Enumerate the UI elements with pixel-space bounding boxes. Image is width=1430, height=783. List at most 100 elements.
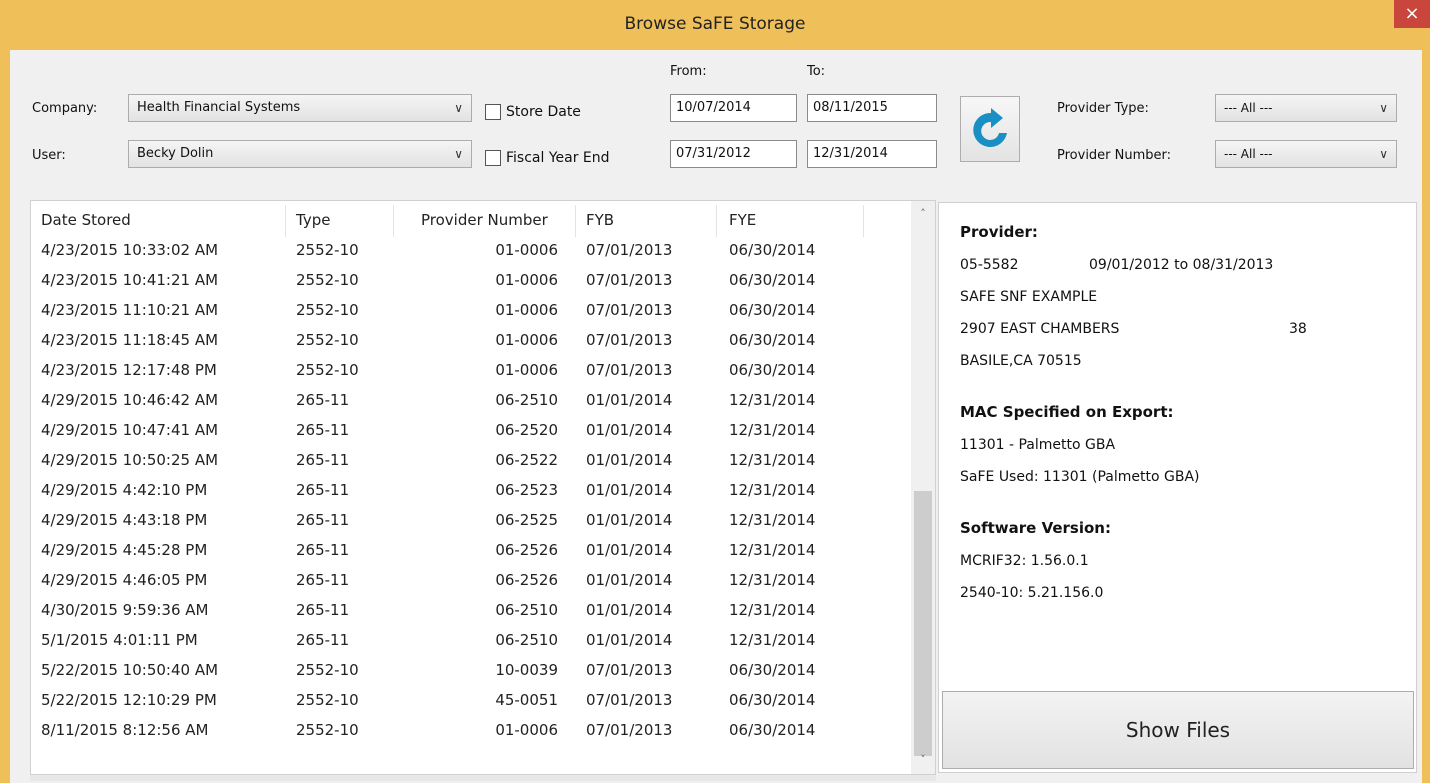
user-dropdown[interactable]: Becky Dolin ∨ [128, 140, 472, 168]
fye-to-field[interactable]: 12/31/2014 [807, 140, 937, 168]
mac-heading: MAC Specified on Export: [960, 403, 1174, 421]
table-cell: 06-2523 [495, 481, 558, 499]
table-cell: 06/30/2014 [729, 301, 816, 319]
table-row[interactable]: 4/29/2015 10:47:41 AM 265-11 06-2520 01/01/… [31, 417, 911, 447]
column-divider [863, 205, 864, 237]
column-header-type[interactable]: Type [296, 211, 330, 229]
table-cell: 2552-10 [296, 691, 359, 709]
chevron-down-icon: ∨ [454, 101, 463, 115]
provider-number-dropdown[interactable]: --- All --- ∨ [1215, 140, 1397, 168]
store-date-to-field[interactable]: 08/11/2015 [807, 94, 937, 122]
table-cell: 4/30/2015 9:59:36 AM [41, 601, 209, 619]
table-cell: 06/30/2014 [729, 331, 816, 349]
table-row[interactable]: 4/23/2015 11:18:45 AM 2552-10 01-0006 07/01… [31, 327, 911, 357]
provider-number-label: Provider Number: [1057, 148, 1172, 163]
table-cell: 5/22/2015 12:10:29 PM [41, 691, 217, 709]
provider-address-extra: 38 [1289, 321, 1307, 337]
provider-name: SAFE SNF EXAMPLE [960, 289, 1098, 305]
table-cell: 01-0006 [495, 331, 558, 349]
from-label: From: [670, 64, 707, 79]
fiscal-year-end-label[interactable]: Fiscal Year End [506, 150, 610, 166]
refresh-button[interactable] [960, 96, 1020, 162]
table-cell: 06-2510 [495, 601, 558, 619]
table-cell: 07/01/2013 [586, 331, 673, 349]
table-cell: 12/31/2014 [729, 631, 816, 649]
table-cell: 06/30/2014 [729, 241, 816, 259]
provider-type-dropdown[interactable]: --- All --- ∨ [1215, 94, 1397, 122]
column-header-fye[interactable]: FYE [729, 211, 756, 229]
table-row[interactable]: 4/29/2015 10:46:42 AM 265-11 06-2510 01/01/… [31, 387, 911, 417]
table-row[interactable]: 4/23/2015 10:41:21 AM 2552-10 01-0006 07/01… [31, 267, 911, 297]
table-cell: 4/29/2015 4:43:18 PM [41, 511, 208, 529]
table-row[interactable]: 4/23/2015 11:10:21 AM 2552-10 01-0006 07/01… [31, 297, 911, 327]
table-cell: 07/01/2013 [586, 721, 673, 739]
show-files-button[interactable]: Show Files [942, 691, 1414, 769]
table-row[interactable]: 4/30/2015 9:59:36 AM 265-11 06-2510 01/01/2… [31, 597, 911, 627]
table-cell: 265-11 [296, 631, 350, 649]
table-row[interactable]: 8/11/2015 8:12:56 AM 2552-10 01-0006 07/01/… [31, 717, 911, 747]
table-cell: 06/30/2014 [729, 271, 816, 289]
software-version-heading: Software Version: [960, 519, 1111, 537]
table-cell: 01/01/2014 [586, 511, 673, 529]
table-row[interactable]: 4/29/2015 4:42:10 PM 265-11 06-2523 01/01/2… [31, 477, 911, 507]
table-cell: 01/01/2014 [586, 481, 673, 499]
column-header-provider-number[interactable]: Provider Number [421, 211, 548, 229]
provider-city: BASILE,CA 70515 [960, 353, 1082, 369]
store-date-checkbox[interactable] [485, 104, 501, 120]
fiscal-year-end-checkbox[interactable] [485, 150, 501, 166]
provider-heading: Provider: [960, 223, 1038, 241]
column-header-fyb[interactable]: FYB [586, 211, 614, 229]
close-button[interactable]: × [1394, 0, 1430, 28]
table-cell: 01-0006 [495, 271, 558, 289]
vertical-scrollbar[interactable]: ˄ ˅ [911, 201, 935, 774]
table-cell: 5/1/2015 4:01:11 PM [41, 631, 198, 649]
close-icon: × [1404, 3, 1420, 24]
column-divider [575, 205, 576, 237]
store-date-from-field[interactable]: 10/07/2014 [670, 94, 797, 122]
table-row[interactable]: 4/23/2015 10:33:02 AM 2552-10 01-0006 07/01… [31, 237, 911, 267]
table-cell: 4/23/2015 12:17:48 PM [41, 361, 217, 379]
table-cell: 06/30/2014 [729, 661, 816, 679]
table-cell: 06-2522 [495, 451, 558, 469]
company-dropdown[interactable]: Health Financial Systems ∨ [128, 94, 472, 122]
stored-files-list[interactable]: Date Stored Type Provider Number FYB FYE… [30, 200, 936, 775]
store-date-label[interactable]: Store Date [506, 104, 581, 120]
fye-from-field[interactable]: 07/31/2012 [670, 140, 797, 168]
chevron-down-icon: ∨ [1379, 101, 1388, 115]
table-cell: 8/11/2015 8:12:56 AM [41, 721, 209, 739]
table-row[interactable]: 5/22/2015 12:10:29 PM 2552-10 45-0051 07/01… [31, 687, 911, 717]
table-cell: 01-0006 [495, 241, 558, 259]
table-row[interactable]: 4/29/2015 4:43:18 PM 265-11 06-2525 01/01/2… [31, 507, 911, 537]
user-value: Becky Dolin [137, 146, 214, 161]
window-frame-right [1422, 50, 1430, 783]
table-cell: 12/31/2014 [729, 451, 816, 469]
details-panel: Provider: 05-5582 09/01/2012 to 08/31/20… [938, 202, 1417, 773]
provider-type-value: --- All --- [1224, 101, 1273, 115]
table-row[interactable]: 5/22/2015 10:50:40 AM 2552-10 10-0039 07/01… [31, 657, 911, 687]
title-bar[interactable]: Browse SaFE Storage × [0, 0, 1430, 50]
scroll-up-arrow[interactable]: ˄ [911, 207, 935, 220]
table-cell: 07/01/2013 [586, 361, 673, 379]
table-row[interactable]: 4/29/2015 4:45:28 PM 265-11 06-2526 01/01/2… [31, 537, 911, 567]
table-row[interactable]: 4/29/2015 4:46:05 PM 265-11 06-2526 01/01/2… [31, 567, 911, 597]
column-divider [285, 205, 286, 237]
table-cell: 265-11 [296, 511, 350, 529]
table-cell: 01/01/2014 [586, 451, 673, 469]
table-cell: 01/01/2014 [586, 391, 673, 409]
table-cell: 01/01/2014 [586, 571, 673, 589]
table-row[interactable]: 4/23/2015 12:17:48 PM 2552-10 01-0006 07/01… [31, 357, 911, 387]
table-row[interactable]: 5/1/2015 4:01:11 PM 265-11 06-2510 01/01/20… [31, 627, 911, 657]
scroll-down-arrow[interactable]: ˅ [911, 753, 935, 766]
company-label: Company: [32, 101, 98, 116]
table-row[interactable]: 4/29/2015 10:50:25 AM 265-11 06-2522 01/01/… [31, 447, 911, 477]
table-cell: 06-2520 [495, 421, 558, 439]
scroll-thumb[interactable] [914, 491, 932, 756]
column-header-date-stored[interactable]: Date Stored [41, 211, 131, 229]
table-cell: 2552-10 [296, 661, 359, 679]
chevron-down-icon: ∨ [1379, 147, 1388, 161]
table-cell: 4/29/2015 4:45:28 PM [41, 541, 208, 559]
provider-number-value: --- All --- [1224, 147, 1273, 161]
user-label: User: [32, 148, 66, 163]
table-cell: 12/31/2014 [729, 571, 816, 589]
table-cell: 07/01/2013 [586, 691, 673, 709]
